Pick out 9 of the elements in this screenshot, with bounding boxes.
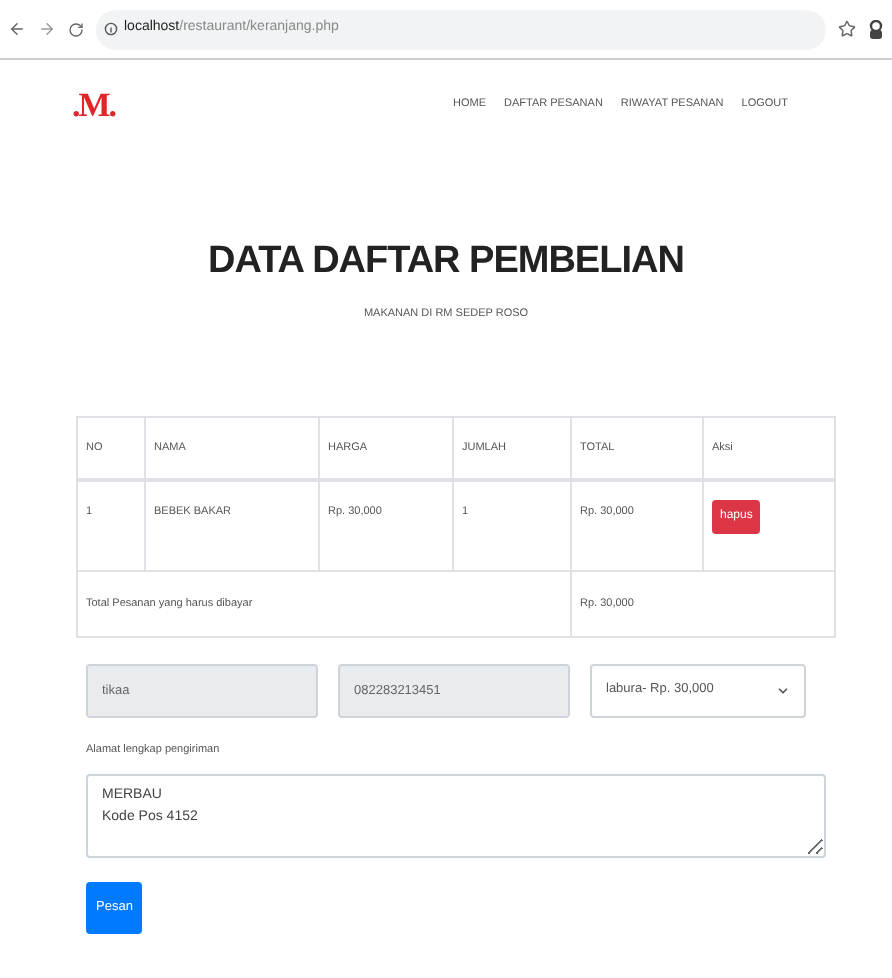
page-title: DATA DAFTAR PEMBELIAN [208,238,684,286]
star-icon[interactable] [838,20,856,38]
profile-icon[interactable] [868,19,884,39]
forward-icon[interactable] [38,20,56,38]
logo[interactable]: .M. [72,79,116,131]
dropdown-icon [776,683,790,698]
info-icon [104,22,118,36]
back-icon[interactable] [8,20,26,38]
reload-icon[interactable] [68,21,84,37]
